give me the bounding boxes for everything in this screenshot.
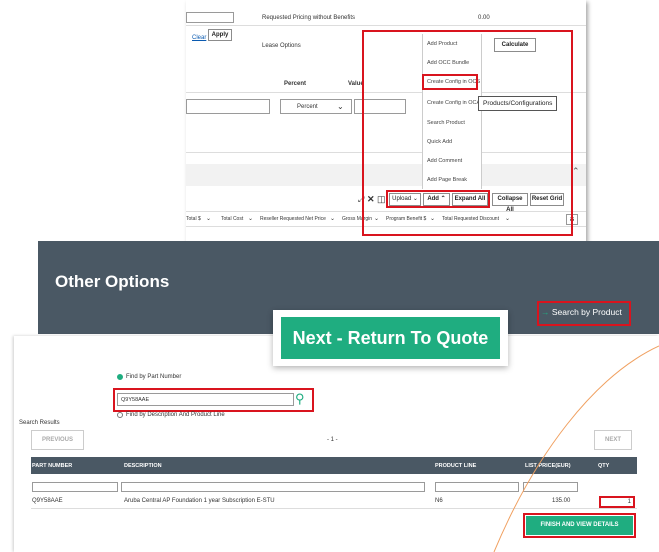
- percent-select[interactable]: Percent ⌄: [280, 99, 352, 114]
- decorative-curve: [493, 345, 659, 552]
- column-total[interactable]: Total $: [186, 216, 201, 222]
- header-product-line[interactable]: PRODUCT LINE: [435, 463, 476, 469]
- requested-pricing-label: Requested Pricing without Benefits: [262, 15, 356, 21]
- column-total-cost[interactable]: Total Cost: [221, 216, 243, 222]
- requested-pricing-value: 0.00: [478, 15, 490, 21]
- search-panel: Find by Part Number Q9Y58AAE ⚲ Find by D…: [14, 336, 659, 552]
- arrow-right-icon: →: [541, 307, 550, 317]
- next-return-banner: Next - Return To Quote: [273, 310, 508, 366]
- caret-up-icon: ⌃: [572, 166, 580, 176]
- chevron-down-icon: ⌄: [248, 216, 254, 222]
- next-return-to-quote-button[interactable]: Next - Return To Quote: [281, 317, 500, 359]
- previous-button[interactable]: PREVIOUS: [31, 430, 84, 450]
- chevron-down-icon: ⌄: [337, 102, 344, 111]
- search-results-label: Search Results: [19, 420, 60, 426]
- column-reseller-net-price[interactable]: Reseller Requested Net Price: [260, 216, 326, 222]
- search-by-product-link[interactable]: → Search by Product: [541, 307, 622, 317]
- row-description: Aruba Central AP Foundation 1 year Subsc…: [124, 498, 275, 504]
- lease-text-input[interactable]: [186, 99, 270, 114]
- clear-link[interactable]: Clear: [192, 35, 206, 41]
- apply-button[interactable]: Apply: [208, 29, 232, 41]
- find-by-part-label: Find by Part Number: [126, 374, 182, 380]
- lease-options-label: Lease Options: [262, 43, 301, 49]
- header-part-number[interactable]: PART NUMBER: [32, 463, 72, 469]
- part-number-highlight: [113, 388, 314, 412]
- filter-description[interactable]: [121, 482, 425, 492]
- percent-header: Percent: [284, 81, 307, 87]
- other-options-title: Other Options: [55, 272, 170, 291]
- header-description[interactable]: DESCRIPTION: [124, 463, 162, 469]
- page-indicator: - 1 -: [327, 437, 338, 443]
- chevron-down-icon: ⌄: [330, 216, 336, 222]
- pricing-input[interactable]: [186, 12, 234, 23]
- chevron-down-icon: ⌄: [206, 216, 212, 222]
- find-by-desc-radio[interactable]: [117, 412, 123, 418]
- divider: [186, 25, 586, 26]
- row-part-number: Q9Y58AAE: [32, 498, 63, 504]
- find-by-part-radio[interactable]: [117, 374, 123, 380]
- find-by-desc-label: Find by Description And Product Line: [126, 412, 225, 418]
- filter-part-number[interactable]: [32, 482, 118, 492]
- menu-area-highlight: [362, 30, 573, 236]
- percent-select-value: Percent: [297, 104, 318, 110]
- row-product-line: N6: [435, 498, 443, 504]
- search-by-product-label: Search by Product: [551, 307, 622, 317]
